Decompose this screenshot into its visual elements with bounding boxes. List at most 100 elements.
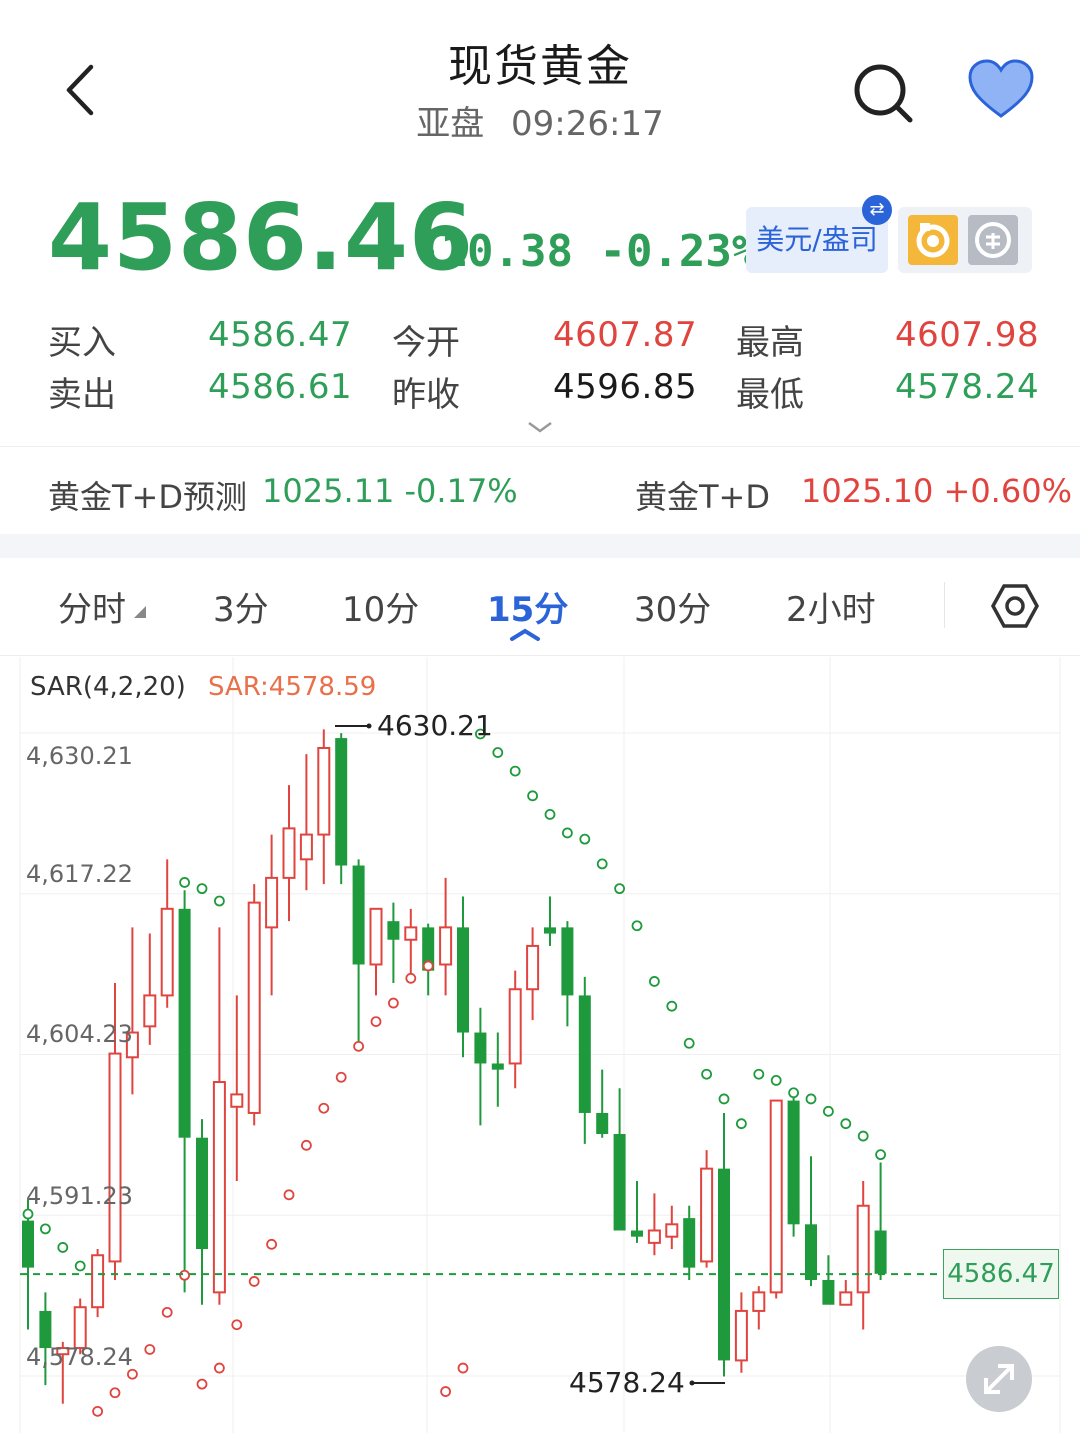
calculator-tool-button[interactable] <box>968 215 1018 265</box>
search-button[interactable] <box>848 58 918 128</box>
prev-close-label: 昨收 <box>392 375 460 415</box>
expand-icon <box>984 1364 1014 1394</box>
low-label: 最低 <box>736 375 804 415</box>
y-tick-label: 4,591.23 <box>26 1182 133 1210</box>
candle-body <box>683 1218 696 1268</box>
price-change: -10.38 -0.23% <box>414 226 758 277</box>
search-icon <box>854 64 913 123</box>
refresh-icon <box>916 223 950 258</box>
y-tick-label: 4,604.23 <box>26 1020 133 1048</box>
sar-dot <box>457 1362 469 1374</box>
candle-body <box>769 1099 783 1294</box>
section-gap <box>0 534 1080 558</box>
candle-body <box>160 907 174 997</box>
chart-settings-button[interactable] <box>990 582 1040 630</box>
candle-body <box>73 1306 87 1350</box>
swap-icon[interactable]: ⇄ <box>862 195 892 225</box>
candle-body <box>317 746 331 836</box>
indicator-label[interactable]: SAR(4,2,20) <box>30 672 186 702</box>
prev-close-value: 4596.85 <box>553 367 698 407</box>
candle-body <box>787 1100 800 1225</box>
candle-body <box>613 1133 626 1231</box>
sar-dot <box>179 1269 191 1281</box>
quote-grid: 买入 4586.47 今开 4607.87 最高 4607.98 卖出 4586… <box>0 305 1080 425</box>
page-title: 现货黄金 <box>448 41 632 92</box>
candle-body <box>108 1052 122 1263</box>
sar-dot <box>736 1118 747 1130</box>
tab-10min[interactable]: 10分 <box>342 582 419 631</box>
high-annotation: 4630.21 <box>377 709 493 742</box>
sar-dot <box>770 1075 782 1086</box>
active-tab-indicator <box>510 628 540 641</box>
sar-dot <box>562 827 573 839</box>
sar-dot <box>283 1189 295 1201</box>
candle-body <box>526 944 540 991</box>
candle-body <box>665 1223 679 1238</box>
candle-body <box>700 1167 714 1263</box>
sar-dot <box>631 920 643 932</box>
sar-dot <box>683 1037 695 1049</box>
indicator-value: SAR:4578.59 <box>208 672 377 702</box>
high-label: 最高 <box>736 323 804 363</box>
divider <box>0 446 1080 447</box>
sar-dot <box>440 1386 452 1397</box>
sar-dot <box>422 960 434 972</box>
candle-body <box>647 1229 661 1244</box>
candlestick-chart[interactable] <box>0 657 1080 1433</box>
candle-body <box>247 901 261 1114</box>
candle-body <box>874 1230 887 1274</box>
heart-icon <box>968 59 1034 118</box>
expand-quote-button[interactable] <box>525 418 555 436</box>
sar-dot <box>318 1102 330 1114</box>
sar-dot <box>266 1238 278 1250</box>
fullscreen-button[interactable] <box>966 1346 1032 1412</box>
sar-dot <box>544 808 556 820</box>
high-value: 4607.98 <box>895 315 1040 355</box>
sar-dot <box>666 1000 678 1012</box>
favorite-button[interactable] <box>966 58 1036 122</box>
sar-dot <box>57 1242 69 1253</box>
tab-intraday[interactable]: 分时 <box>58 582 126 631</box>
related-tickers[interactable]: 黄金T+D预测 1025.11 -0.17% 黄金T+D 1025.10 +0.… <box>0 468 1080 518</box>
candle-body <box>561 927 574 996</box>
buy-label: 买入 <box>48 323 116 363</box>
sar-dot <box>701 1068 712 1080</box>
td-value: 1025.10 +0.60% <box>801 472 1072 510</box>
change-amount: -10.38 <box>414 226 573 277</box>
sar-dot <box>579 833 591 845</box>
settings-hexagon-icon <box>991 584 1039 628</box>
candle-body <box>457 927 469 1033</box>
tab-3min[interactable]: 3分 <box>213 582 269 631</box>
candle-body <box>544 927 556 934</box>
tab-30min[interactable]: 30分 <box>634 582 711 631</box>
candle-body <box>387 921 400 940</box>
candle-body <box>856 1204 870 1294</box>
sar-dot <box>213 1362 225 1374</box>
sar-dot <box>248 1276 260 1287</box>
sar-dot <box>405 972 417 984</box>
sar-dot <box>196 883 208 895</box>
candle-body <box>352 865 365 965</box>
candle-body <box>369 907 383 966</box>
sar-dot <box>92 1405 103 1417</box>
sar-dot <box>649 976 660 987</box>
sar-dot <box>335 1071 347 1083</box>
candle-body <box>734 1309 748 1362</box>
tab-2hour[interactable]: 2小时 <box>786 582 876 631</box>
sell-value: 4586.61 <box>208 367 353 407</box>
candle-body <box>22 1220 34 1268</box>
candle-body <box>178 908 191 1138</box>
sar-dot <box>144 1344 156 1355</box>
market-session: 亚盘 09:26:17 <box>0 96 1080 145</box>
tab-15min[interactable]: 15分 <box>487 582 568 631</box>
buy-value: 4586.47 <box>208 315 353 355</box>
candle-body <box>752 1291 766 1312</box>
sar-dot <box>300 1139 312 1151</box>
sar-dot <box>74 1260 86 1272</box>
candle-body <box>282 827 296 879</box>
sar-dot <box>753 1068 765 1080</box>
refresh-tool-button[interactable] <box>908 215 958 265</box>
tool-group <box>898 207 1032 273</box>
forecast-label: 黄金T+D预测 <box>48 478 248 516</box>
low-pointer-dot <box>689 1380 695 1386</box>
